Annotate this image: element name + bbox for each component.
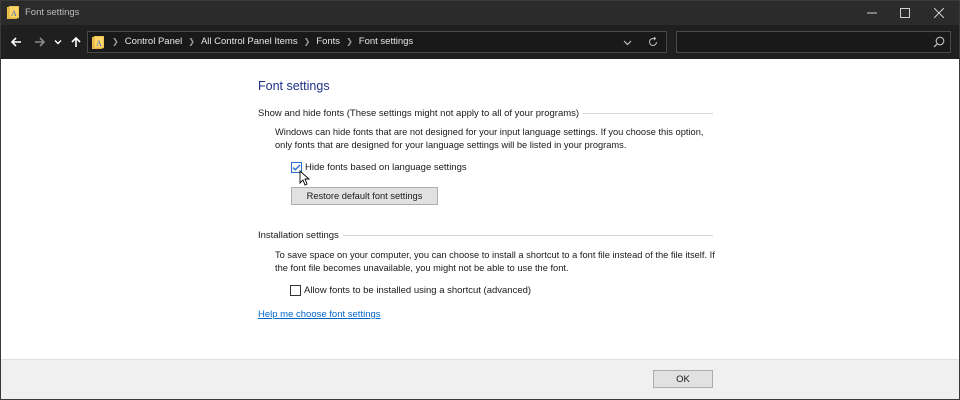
breadcrumb-separator[interactable]: ❯ (188, 37, 195, 46)
mouse-pointer-icon (299, 170, 311, 186)
window-title: Font settings (25, 7, 80, 18)
show-hide-fonts-description: Windows can hide fonts that are not desi… (275, 127, 704, 150)
folder-font-icon: A (7, 6, 19, 19)
arrow-left-icon (10, 37, 21, 47)
maximize-icon (900, 8, 910, 18)
forward-button[interactable] (32, 33, 48, 51)
group-divider (583, 113, 713, 114)
font-settings-window: A Font settings A ❯ Control Panel ❯ All … (0, 0, 960, 400)
maximize-button[interactable] (888, 1, 922, 25)
arrow-right-icon (35, 37, 46, 47)
page-title: Font settings (258, 79, 330, 93)
content-area: Font settings Show and hide fonts (These… (1, 59, 959, 359)
help-choose-font-settings-link[interactable]: Help me choose font settings (258, 309, 381, 320)
search-input[interactable] (676, 31, 951, 53)
svg-text:A: A (11, 9, 17, 18)
back-button[interactable] (8, 33, 24, 51)
svg-text:A: A (96, 39, 102, 48)
breadcrumb-separator[interactable]: ❯ (346, 37, 353, 46)
minimize-icon (867, 12, 877, 14)
breadcrumb-control-panel[interactable]: Control Panel (125, 36, 183, 47)
address-bar[interactable]: A ❯ Control Panel ❯ All Control Panel It… (87, 31, 667, 53)
allow-shortcut-label[interactable]: Allow fonts to be installed using a shor… (304, 285, 531, 296)
breadcrumb-all-items[interactable]: All Control Panel Items (201, 36, 298, 47)
show-hide-fonts-header-text: Show and hide fonts (These settings migh… (258, 108, 580, 119)
installation-settings-header-text: Installation settings (258, 230, 339, 241)
navigation-bar: A ❯ Control Panel ❯ All Control Panel It… (1, 25, 959, 59)
minimize-button[interactable] (855, 1, 889, 25)
search-icon (933, 36, 945, 48)
folder-font-icon: A (92, 36, 104, 49)
hide-fonts-checkbox-row[interactable]: Hide fonts based on language settings (291, 162, 467, 173)
dialog-footer: OK (1, 359, 959, 399)
recent-locations-button[interactable] (52, 33, 64, 51)
arrow-up-icon (71, 36, 81, 47)
address-dropdown-button[interactable] (620, 35, 634, 49)
breadcrumb-fonts[interactable]: Fonts (316, 36, 340, 47)
ok-button[interactable]: OK (653, 370, 713, 388)
show-hide-fonts-group-header: Show and hide fonts (These settings migh… (258, 108, 713, 119)
chevron-down-icon (623, 40, 631, 45)
breadcrumb: ❯ Control Panel ❯ All Control Panel Item… (106, 36, 413, 47)
installation-settings-group-header: Installation settings (258, 230, 713, 241)
breadcrumb-separator[interactable]: ❯ (304, 37, 311, 46)
title-bar[interactable]: A Font settings (1, 1, 959, 25)
group-divider (342, 235, 713, 236)
chevron-down-icon (54, 40, 62, 45)
installation-settings-description: To save space on your computer, you can … (275, 250, 715, 273)
allow-shortcut-checkbox[interactable] (290, 285, 301, 296)
refresh-icon (649, 37, 657, 46)
up-button[interactable] (68, 33, 84, 51)
refresh-button[interactable] (646, 35, 660, 49)
allow-shortcut-checkbox-row[interactable]: Allow fonts to be installed using a shor… (290, 285, 531, 296)
close-button[interactable] (922, 1, 956, 25)
breadcrumb-font-settings[interactable]: Font settings (359, 36, 413, 47)
breadcrumb-separator: ❯ (112, 37, 119, 46)
restore-default-font-settings-button[interactable]: Restore default font settings (291, 187, 438, 205)
close-icon (934, 8, 944, 18)
hide-fonts-label[interactable]: Hide fonts based on language settings (305, 162, 467, 173)
